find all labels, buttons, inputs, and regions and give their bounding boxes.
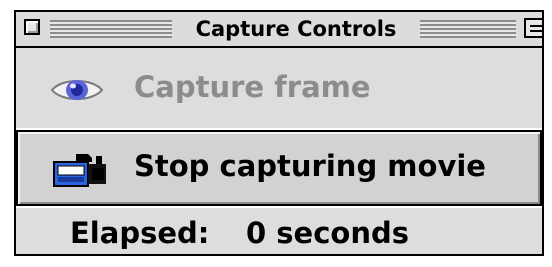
video-camera-icon	[53, 154, 106, 187]
capture-controls-window: Capture Controls Capture frame Stop capt…	[14, 10, 544, 256]
elapsed-status-row: Elapsed: 0 seconds	[16, 206, 542, 254]
stop-capturing-movie-label: Stop capturing movie	[134, 149, 486, 183]
elapsed-label: Elapsed:	[70, 216, 210, 250]
collapse-box-icon[interactable]	[524, 18, 542, 38]
eye-icon	[50, 80, 104, 100]
close-box-icon[interactable]	[24, 19, 40, 35]
title-bar-stripes-left	[50, 20, 172, 38]
title-bar-stripes-right	[420, 20, 516, 38]
capture-frame-button[interactable]: Capture frame	[16, 48, 542, 130]
window-title: Capture Controls	[174, 15, 418, 43]
capture-frame-label: Capture frame	[134, 70, 371, 104]
window-title-bar[interactable]: Capture Controls	[16, 12, 542, 48]
stop-capturing-movie-button[interactable]: Stop capturing movie	[16, 130, 542, 206]
elapsed-value: 0 seconds	[246, 216, 409, 250]
